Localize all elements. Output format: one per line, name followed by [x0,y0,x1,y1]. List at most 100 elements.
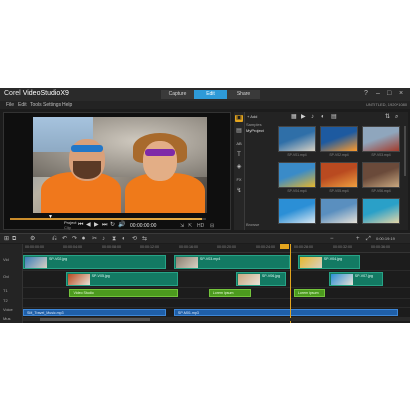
graphics-icon[interactable]: ◈ [235,164,243,171]
prev-frame-icon[interactable]: ◀ [86,221,91,229]
clip-mode-label[interactable]: Clip [64,225,71,230]
timeline-playhead-handle[interactable] [280,244,289,249]
overlay-clip[interactable]: SP-V05.jpg [65,272,178,286]
enlarge-icon[interactable]: ⊟ [210,223,214,229]
library-thumbnail[interactable] [320,198,358,224]
folder-samples[interactable]: Samples [246,122,262,127]
toolbar-settings-icon[interactable]: ⚙ [30,235,35,243]
purple-sunglasses [145,149,175,156]
library-thumbnail[interactable] [278,126,316,152]
fit-project-icon[interactable]: ⤢ [366,235,371,243]
repeat-icon[interactable]: ↻ [110,221,115,229]
music-clip[interactable]: SP-M01.mp3 [173,309,399,316]
menu-help[interactable]: Help [62,102,72,108]
browse-button[interactable]: Browse [246,222,259,227]
clip-label: SP-V04.jpg [323,257,342,261]
video-clip[interactable]: SP-V04.jpg [297,255,360,269]
mask-icon[interactable]: ◐ [122,235,126,243]
instant-project-icon[interactable]: ▤ [235,128,243,135]
home-icon[interactable]: ⏮ [78,221,83,229]
motion-track-icon[interactable]: ⟲ [132,235,137,243]
timeline-view-icon[interactable]: ⧉ [12,235,16,243]
multicam-icon[interactable]: ⇆ [142,235,147,243]
video-clip[interactable]: SP-V03.mp4 [173,255,291,269]
maximize-icon[interactable]: □ [387,90,391,98]
preview-video[interactable] [33,117,207,213]
track-label-video[interactable]: Vid [3,257,9,262]
title-icon[interactable]: T [235,152,243,159]
ruler-tick-label: 00:00:28:00 [294,245,313,249]
end-icon[interactable]: ⏭ [102,221,107,229]
time-remap-icon[interactable]: ⧗ [112,235,116,243]
timeline-playhead[interactable] [290,244,292,323]
library-thumbnail[interactable] [320,162,358,188]
track-label-overlay[interactable]: Ovl [3,274,9,279]
play-icon[interactable]: ▶ [94,221,99,229]
timecode[interactable]: 00:00:00:00 [130,223,156,229]
storyboard-view-icon[interactable]: ⊞ [4,235,9,243]
library-thumbnail[interactable] [362,126,400,152]
hd-preview-icon[interactable]: HD [197,223,204,229]
record-icon[interactable]: ⏺ [82,235,85,243]
overlay-clip[interactable]: SP-V07.jpg [328,272,383,286]
video-clip[interactable]: SP-V02.jpg [23,255,167,269]
menu-tools[interactable]: Tools [30,102,42,108]
tab-edit[interactable]: Edit [194,90,227,99]
undo-history-icon[interactable]: ⎌ [52,235,57,243]
menu-edit[interactable]: Edit [18,102,27,108]
library-scrollbar[interactable] [404,126,406,176]
close-icon[interactable]: × [399,90,403,98]
track-label-title-1[interactable]: T1 [3,288,8,293]
title-bar: Corel VideoStudioX9 Capture Edit Share ?… [0,88,410,101]
mark-in-icon[interactable]: ⇲ [180,223,184,229]
track-label-voice[interactable]: Voice [3,307,13,312]
filter-icon[interactable]: FX [235,176,243,183]
tab-capture[interactable]: Capture [161,90,194,99]
sort-icon[interactable]: ⇅ [385,113,390,121]
path-icon[interactable]: ↯ [235,188,243,195]
transition-icon[interactable]: AB [235,140,243,147]
library-folders: Samples MyProject [246,122,272,222]
title-clip[interactable]: Lorem ipsum [208,289,252,297]
library-thumbnail[interactable] [362,162,400,188]
library-thumbnail[interactable] [362,198,400,224]
track-label-music[interactable]: Mus [3,316,11,321]
search-icon[interactable]: ⌕ [395,113,398,121]
media-icon[interactable]: ▣ [235,115,243,122]
zoom-out-icon[interactable]: − [330,235,334,243]
show-audio-icon[interactable]: ♪ [311,113,314,121]
minimize-icon[interactable]: – [376,90,380,98]
menu-settings[interactable]: Settings [43,102,61,108]
thumbnail-caption: SP-V03.mp4 [371,153,391,157]
show-color-icon[interactable]: ◐ [321,113,325,121]
timeline-ruler[interactable]: 00:00:00:00 00:00:04:00 00:00:08:00 00:0… [23,244,410,253]
title-clip[interactable]: Lorem ipsum [293,289,325,297]
library-thumbnail[interactable] [278,198,316,224]
redo-icon[interactable]: ↷ [72,235,77,243]
timeline-scroll-thumb[interactable] [40,318,150,321]
music-clip[interactable]: SM_Travel_Music.mp3 [23,309,167,316]
mark-out-icon[interactable]: ⇱ [188,223,192,229]
library-thumbnail[interactable] [278,162,316,188]
undo-icon[interactable]: ↶ [62,235,67,243]
tab-share[interactable]: Share [227,90,260,99]
folder-myproject[interactable]: MyProject [246,128,264,133]
view-mode-icon[interactable]: ▤ [331,113,337,121]
zoom-in-icon[interactable]: + [356,235,360,243]
track-label-title-2[interactable]: T2 [3,298,8,303]
show-videos-icon[interactable]: ▶ [301,113,306,121]
sound-mixer-icon[interactable]: ♪ [102,235,105,243]
add-folder-button[interactable]: + Add [247,113,257,121]
overlay-clip[interactable]: SP-V06.jpg [235,272,287,286]
help-icon[interactable]: ? [364,90,368,98]
show-photos-icon[interactable]: ▦ [291,113,297,121]
menu-file[interactable]: File [6,102,14,108]
playhead-marker-icon[interactable]: ▼ [48,214,53,220]
title-clip[interactable]: Video Studio [69,289,178,297]
split-icon[interactable]: ✂ [92,235,97,243]
man-beard [73,161,101,179]
clip-label: SM_Travel_Music.mp3 [27,311,64,315]
voice-track [23,299,410,308]
volume-icon[interactable]: 🔊 [118,221,125,229]
library-thumbnail[interactable] [320,126,358,152]
